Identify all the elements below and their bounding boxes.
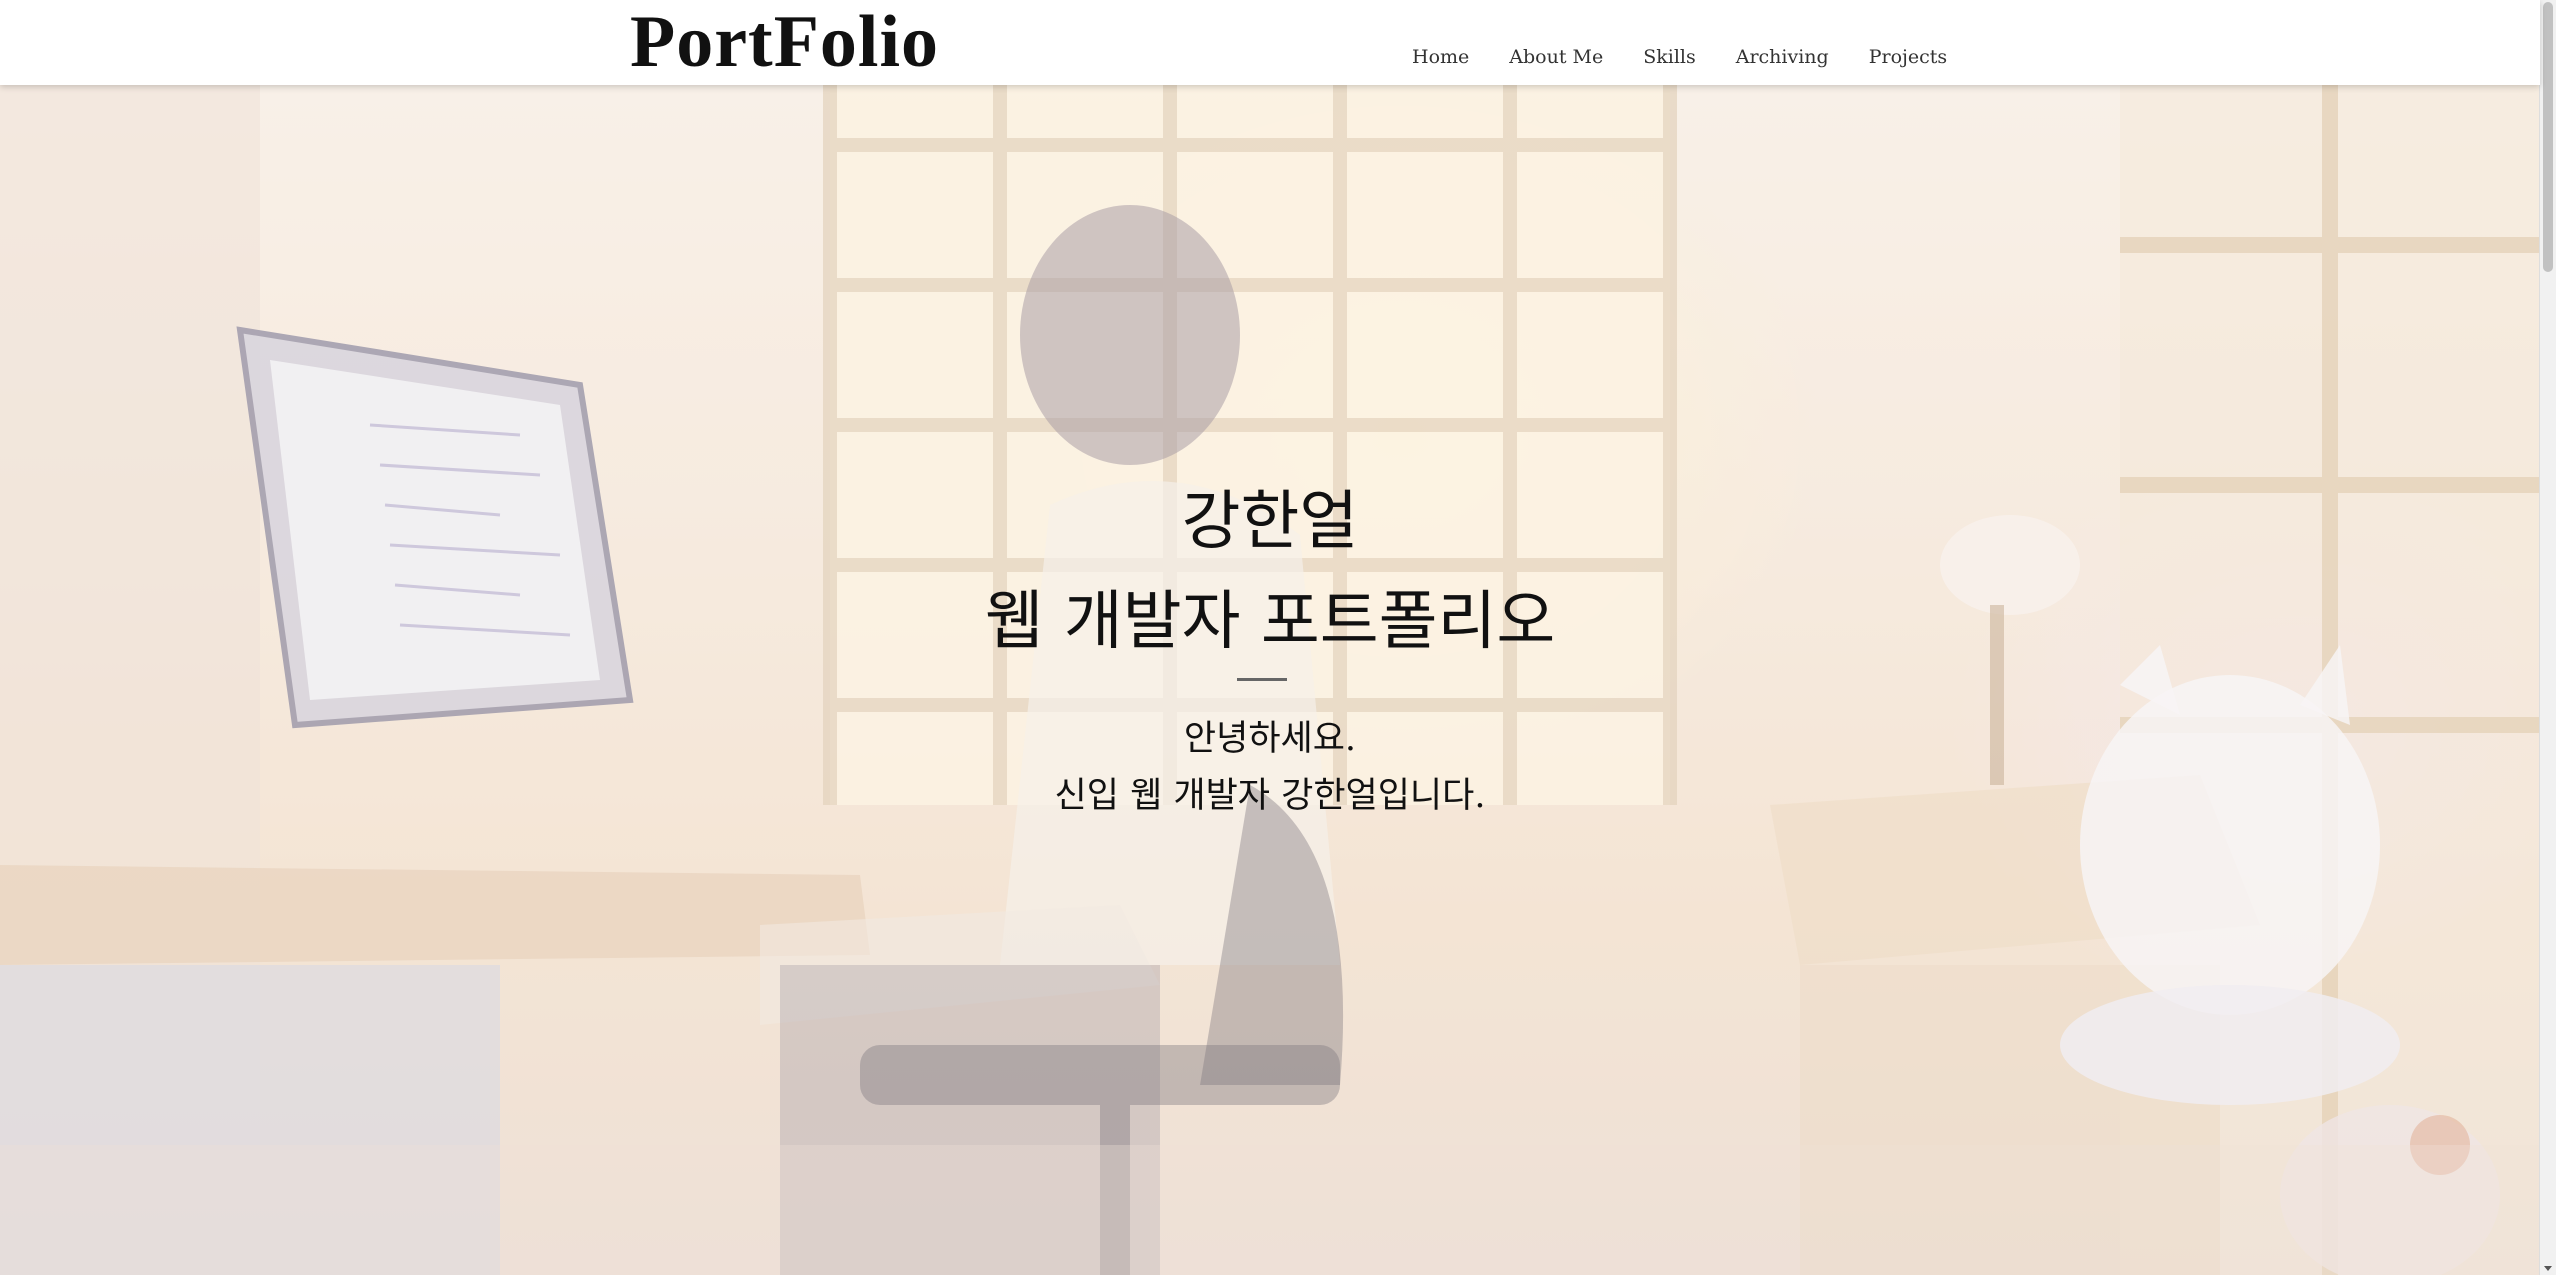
hero-headline: 웹 개발자 포트폴리오: [984, 585, 1556, 659]
nav-home[interactable]: Home: [1412, 46, 1469, 68]
nav-skills[interactable]: Skills: [1643, 46, 1696, 68]
hero-divider: [1237, 678, 1287, 681]
nav-about-me[interactable]: About Me: [1509, 46, 1603, 68]
site-logo[interactable]: PortFolio: [630, 2, 939, 82]
page-scrollbar[interactable]: [2539, 0, 2556, 1275]
nav-projects[interactable]: Projects: [1869, 46, 1947, 68]
scrollbar-thumb[interactable]: [2543, 2, 2553, 272]
main-nav: Home About Me Skills Archiving Projects: [1412, 46, 1987, 68]
hero-section: 강한얼 웹 개발자 포트폴리오 안녕하세요. 신입 웹 개발자 강한얼입니다.: [0, 85, 2540, 1275]
nav-archiving[interactable]: Archiving: [1736, 46, 1829, 68]
scroll-down-arrow-icon[interactable]: [2544, 1266, 2552, 1271]
hero-intro: 신입 웹 개발자 강한얼입니다.: [1054, 776, 1486, 816]
hero-name: 강한얼: [1181, 485, 1359, 559]
site-header: PortFolio Home About Me Skills Archiving…: [0, 0, 2540, 85]
hero-greeting: 안녕하세요.: [1183, 719, 1357, 759]
